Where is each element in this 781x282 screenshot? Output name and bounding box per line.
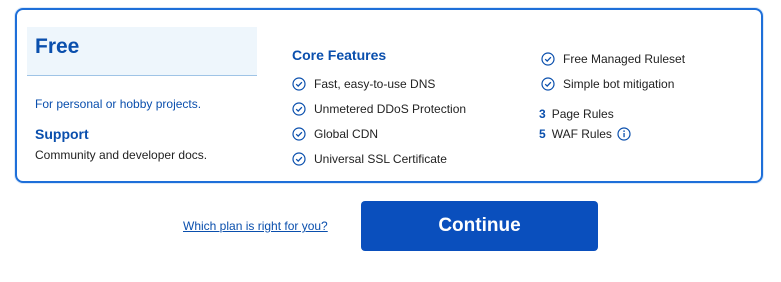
feature-item: Fast, easy-to-use DNS [292, 71, 466, 96]
plan-description: For personal or hobby projects. [35, 97, 202, 111]
plan-card[interactable]: Free For personal or hobby projects. Sup… [15, 8, 763, 183]
feature-label: Universal SSL Certificate [314, 151, 447, 166]
feature-label: Fast, easy-to-use DNS [314, 76, 436, 91]
support-description: Community and developer docs. [35, 148, 208, 162]
plan-header: Free [27, 27, 257, 76]
feature-item: Free Managed Ruleset [541, 46, 685, 71]
support-heading: Support [35, 126, 89, 142]
rule-count: 3 [539, 107, 546, 121]
continue-button[interactable]: Continue [361, 201, 598, 251]
rule-label: WAF Rules [551, 127, 612, 141]
rule-count: 5 [539, 127, 546, 141]
info-icon[interactable] [617, 127, 631, 141]
check-circle-icon [292, 126, 306, 141]
feature-item: Unmetered DDoS Protection [292, 96, 466, 121]
rules-list: 3 Page Rules 5 WAF Rules [539, 104, 631, 144]
which-plan-link[interactable]: Which plan is right for you? [183, 219, 328, 233]
check-circle-icon [541, 76, 555, 91]
feature-label: Simple bot mitigation [563, 76, 675, 91]
core-features-heading: Core Features [292, 47, 387, 63]
check-circle-icon [292, 151, 306, 166]
feature-item: Global CDN [292, 121, 466, 146]
feature-label: Free Managed Ruleset [563, 51, 686, 66]
extra-features-list: Free Managed Ruleset Simple bot mitigati… [541, 46, 685, 96]
check-circle-icon [541, 51, 555, 66]
check-circle-icon [292, 76, 306, 91]
core-features-list: Fast, easy-to-use DNS Unmetered DDoS Pro… [292, 71, 466, 171]
feature-item: Universal SSL Certificate [292, 146, 466, 171]
feature-item: Simple bot mitigation [541, 71, 685, 96]
feature-label: Global CDN [314, 126, 379, 141]
check-circle-icon [292, 101, 306, 116]
plan-name: Free [35, 35, 80, 58]
rule-label: Page Rules [551, 107, 614, 121]
feature-label: Unmetered DDoS Protection [314, 101, 467, 116]
waf-rules-item: 5 WAF Rules [539, 124, 631, 144]
page-rules-item: 3 Page Rules [539, 104, 631, 124]
